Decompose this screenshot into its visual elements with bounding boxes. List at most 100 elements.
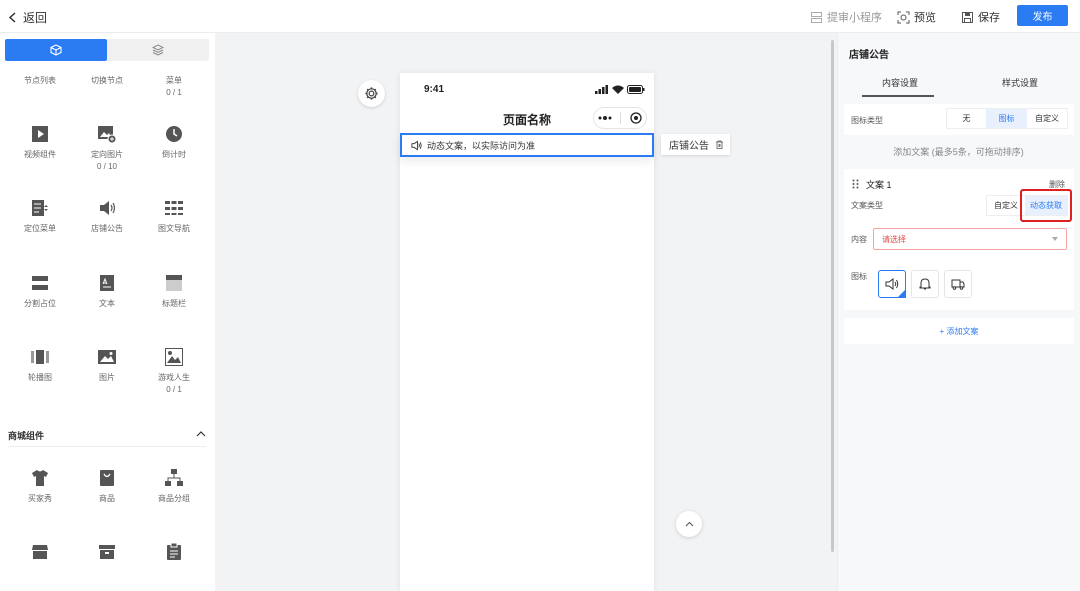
settings-title: 店铺公告 bbox=[849, 50, 889, 61]
component-text[interactable]: 文本 bbox=[73, 268, 141, 310]
component-archive[interactable] bbox=[73, 537, 141, 561]
clipboard-icon bbox=[167, 543, 181, 560]
component-panel: 节点列表 切换节点 菜单 0 / 1 视频组件 定向图片 0 / 10 倒计时 … bbox=[0, 33, 215, 591]
icon-type-label: 图标类型 bbox=[851, 116, 883, 125]
picture-icon bbox=[98, 350, 116, 364]
divider-icon bbox=[32, 276, 48, 290]
component-goods[interactable]: 商品 bbox=[73, 463, 141, 505]
component-targeted-image[interactable]: 定向图片 0 / 10 bbox=[73, 119, 141, 173]
component-locate-menu[interactable]: 定位菜单 bbox=[6, 193, 74, 235]
carousel-icon bbox=[31, 350, 49, 364]
highlight-box bbox=[1020, 189, 1072, 222]
chevron-left-icon bbox=[8, 12, 16, 23]
archive-icon bbox=[99, 545, 115, 559]
component-video[interactable]: 视频组件 bbox=[6, 119, 74, 161]
component-tabs bbox=[5, 39, 209, 61]
component-buyer-show[interactable]: 买家秀 bbox=[6, 463, 74, 505]
icon-option-speaker[interactable] bbox=[878, 270, 906, 298]
locate-menu-icon bbox=[32, 200, 48, 216]
preview-button[interactable]: 预览 bbox=[897, 9, 936, 25]
notice-text: 动态文案，以实际访问为准 bbox=[427, 140, 536, 151]
chevron-up-icon bbox=[685, 521, 693, 526]
tab-basic-components[interactable] bbox=[5, 39, 107, 61]
add-copy-button[interactable]: + 添加文案 bbox=[844, 318, 1074, 344]
component-picture[interactable]: 图片 bbox=[73, 342, 141, 384]
clock-icon bbox=[166, 126, 182, 142]
component-carousel[interactable]: 轮播图 bbox=[6, 342, 74, 384]
component-node-list[interactable]: 节点列表 bbox=[6, 75, 74, 87]
battery-icon bbox=[627, 85, 645, 94]
tab-content-settings[interactable]: 内容设置 bbox=[850, 76, 950, 89]
icon-type-none[interactable]: 无 bbox=[947, 109, 986, 128]
component-switch-node[interactable]: 切换节点 bbox=[73, 75, 141, 87]
bag-icon bbox=[100, 470, 114, 486]
submit-miniprogram-button[interactable]: 提审小程序 bbox=[810, 9, 882, 25]
scroll-top-button[interactable] bbox=[676, 511, 702, 537]
component-goods-group[interactable]: 商品分组 bbox=[140, 463, 208, 505]
section-divider bbox=[8, 446, 206, 447]
cube-icon bbox=[50, 44, 62, 56]
component-store-notice[interactable]: 店铺公告 bbox=[73, 193, 141, 235]
back-button[interactable]: 返回 bbox=[8, 9, 47, 26]
icon-option-truck[interactable] bbox=[944, 270, 972, 298]
component-game-life[interactable]: 游戏人生 0 / 1 bbox=[140, 342, 208, 396]
component-name-tag: 店铺公告 bbox=[661, 134, 730, 155]
wifi-icon bbox=[612, 85, 624, 94]
copy-type-label: 文案类型 bbox=[851, 201, 883, 210]
store-icon bbox=[32, 545, 48, 559]
save-icon bbox=[962, 11, 973, 23]
content-select[interactable]: 请选择 bbox=[873, 228, 1067, 250]
chevron-up-icon[interactable] bbox=[196, 429, 206, 439]
copy-item-title: 文案 1 bbox=[866, 180, 892, 190]
hierarchy-icon bbox=[165, 469, 183, 486]
content-select-placeholder: 请选择 bbox=[882, 234, 906, 244]
icon-option-bell[interactable] bbox=[911, 270, 939, 298]
truck-icon bbox=[951, 279, 965, 290]
content-label: 内容 bbox=[851, 235, 867, 244]
save-label: 保存 bbox=[978, 12, 1000, 24]
speaker-icon bbox=[411, 139, 422, 151]
bell-icon bbox=[919, 278, 931, 290]
mall-components-title: 商城组件 bbox=[8, 431, 45, 441]
miniprogram-capsule[interactable] bbox=[593, 107, 647, 129]
status-time: 9:41 bbox=[424, 84, 445, 95]
component-graphic-nav[interactable]: 图文导航 bbox=[140, 193, 208, 235]
game-icon bbox=[165, 348, 183, 366]
component-clipboard[interactable] bbox=[140, 537, 208, 561]
layers-icon bbox=[152, 44, 164, 56]
title-bar-icon bbox=[166, 275, 182, 291]
save-button[interactable]: 保存 bbox=[961, 9, 1000, 25]
tab-style-settings[interactable]: 样式设置 bbox=[970, 76, 1070, 89]
component-divider[interactable]: 分割占位 bbox=[6, 268, 74, 310]
component-store[interactable] bbox=[6, 537, 74, 561]
back-label: 返回 bbox=[23, 11, 48, 25]
canvas-scrollbar[interactable] bbox=[831, 40, 834, 552]
signal-icon bbox=[595, 85, 608, 94]
tshirt-icon bbox=[32, 470, 48, 486]
component-menu[interactable]: 菜单 0 / 1 bbox=[140, 75, 208, 99]
icon-type-icon[interactable]: 图标 bbox=[986, 109, 1027, 128]
more-icon bbox=[598, 116, 612, 120]
image-add-icon bbox=[98, 126, 116, 143]
add-copy-hint: 添加文案 (最多5条，可拖动排序) bbox=[893, 147, 1024, 157]
server-icon bbox=[811, 11, 822, 23]
trash-icon[interactable] bbox=[715, 140, 724, 149]
icon-type-selector: 无 图标 自定义 bbox=[946, 108, 1068, 129]
component-title-bar[interactable]: 标题栏 bbox=[140, 268, 208, 310]
grid-nav-icon bbox=[165, 201, 183, 215]
active-tab-indicator bbox=[862, 95, 934, 97]
drag-handle-icon[interactable] bbox=[852, 179, 859, 189]
icon-type-custom[interactable]: 自定义 bbox=[1027, 109, 1067, 128]
store-notice-component[interactable]: 动态文案，以实际访问为准 bbox=[400, 133, 654, 157]
status-icons bbox=[595, 85, 645, 94]
component-countdown[interactable]: 倒计时 bbox=[140, 119, 208, 161]
close-target-icon bbox=[630, 112, 642, 124]
page-settings-button[interactable] bbox=[358, 80, 385, 107]
top-bar: 返回 提审小程序 预览 保存 发布 bbox=[0, 0, 1080, 33]
preview-label: 预览 bbox=[914, 12, 936, 24]
caret-down-icon bbox=[1052, 237, 1058, 241]
component-tag-label: 店铺公告 bbox=[669, 141, 709, 152]
tab-layers[interactable] bbox=[107, 39, 209, 61]
speaker-icon bbox=[100, 201, 116, 215]
publish-button[interactable]: 发布 bbox=[1017, 5, 1068, 26]
